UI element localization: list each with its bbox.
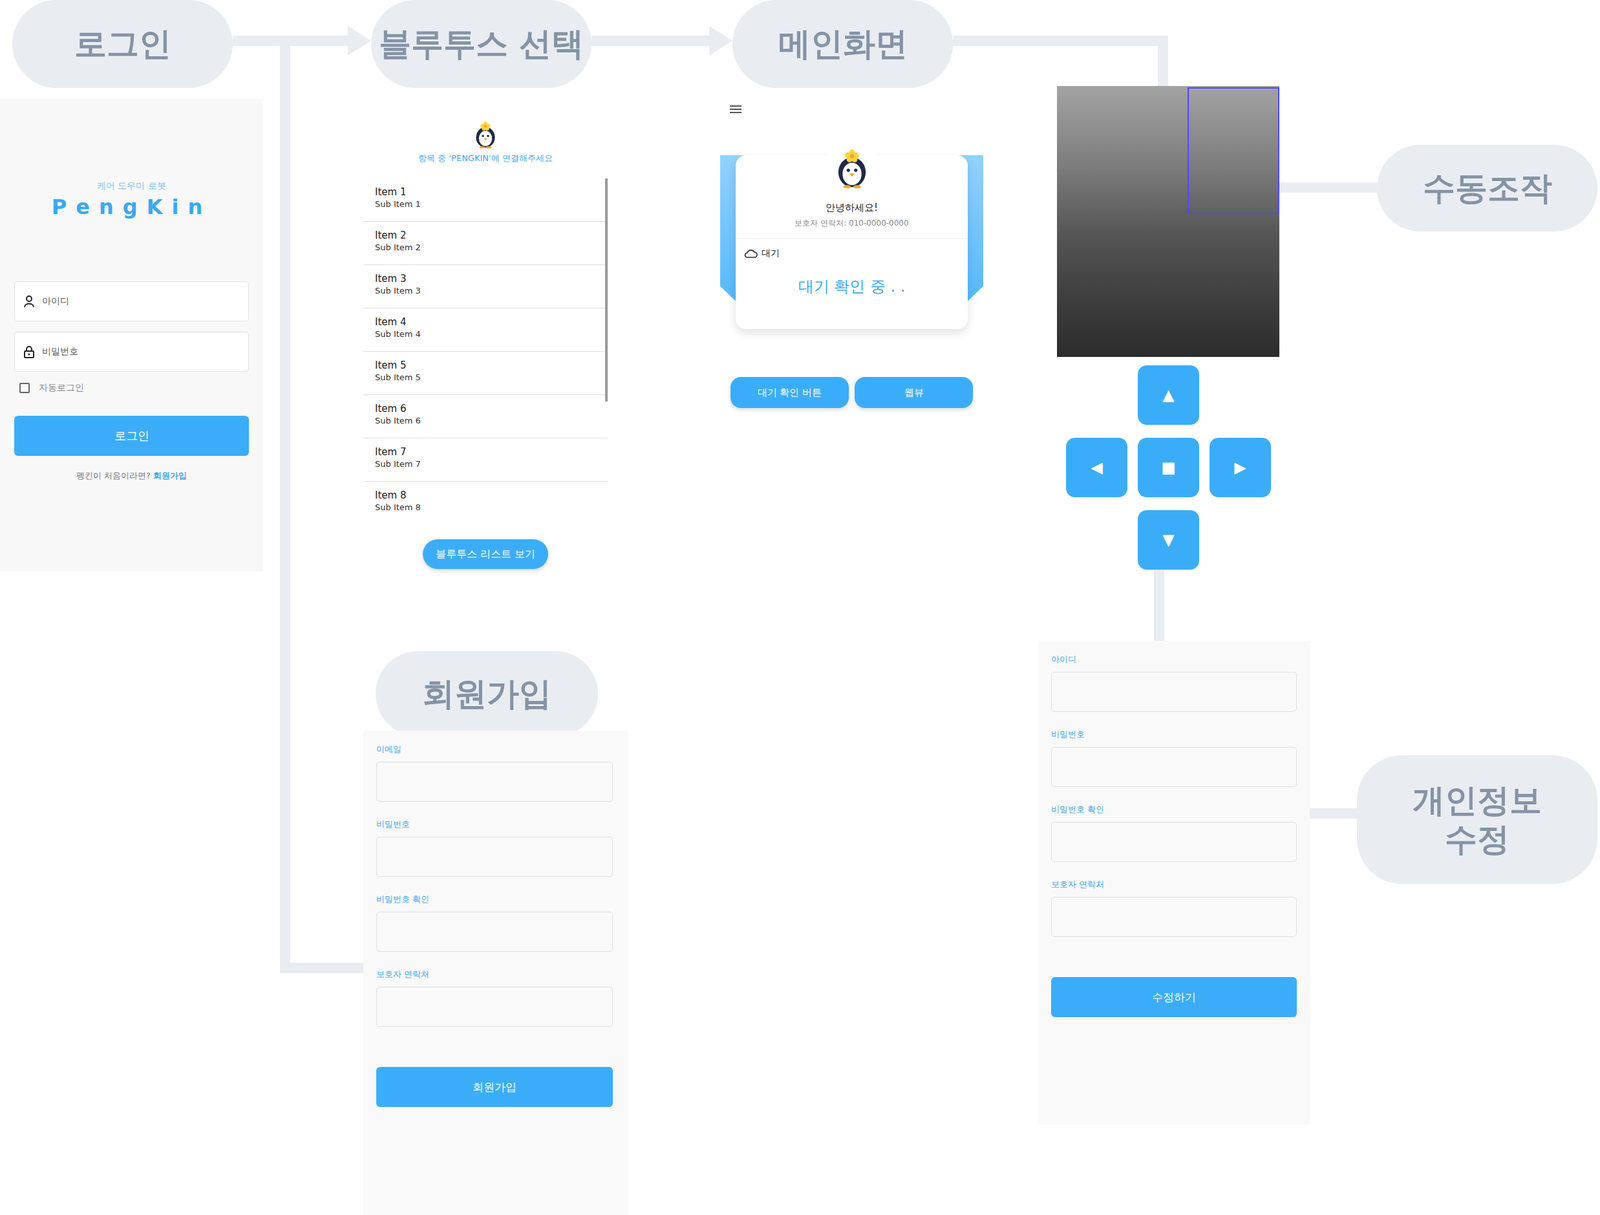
main-action-button[interactable]: 웹뷰 bbox=[854, 376, 973, 408]
status-label: 대기 bbox=[761, 247, 780, 260]
field-label: 보호자 연락처 bbox=[376, 968, 613, 981]
auto-login-checkbox[interactable]: 자동로그인 bbox=[14, 382, 249, 394]
field-label: 비밀번호 확인 bbox=[1051, 803, 1297, 816]
camera-feed bbox=[1056, 85, 1280, 357]
signup-button[interactable]: 회원가입 bbox=[376, 1066, 613, 1107]
flow-step-label: 메인화면 bbox=[732, 0, 953, 88]
flow-diagram: 로그인블루투스 선택메인화면수동조작회원가입개인정보 수정 케어 도우미 로봇 … bbox=[0, 0, 1600, 1215]
guardian-contact: 보호자 연락처: 010-0000-0000 bbox=[735, 217, 968, 229]
lock-icon bbox=[22, 345, 36, 359]
checkbox[interactable] bbox=[19, 382, 30, 394]
field-label: 비밀번호 bbox=[376, 818, 613, 831]
login-input[interactable]: 비밀번호 bbox=[14, 331, 249, 372]
device-list-item[interactable]: Item 1 Sub Item 1 bbox=[363, 178, 608, 222]
device-list-item[interactable]: Item 2 Sub Item 2 bbox=[363, 221, 608, 266]
input-placeholder: 아이디 bbox=[42, 295, 70, 308]
right-button[interactable]: ▶ bbox=[1209, 437, 1271, 498]
field-label: 비밀번호 bbox=[1051, 728, 1297, 741]
status-card: 안녕하세요! 보호자 연락처: 010-0000-0000 대기 대기 확인 중… bbox=[735, 155, 968, 330]
scrollbar[interactable] bbox=[605, 178, 608, 402]
logo: PengKin bbox=[14, 194, 249, 220]
greeting: 안녕하세요! bbox=[735, 201, 968, 214]
text-input[interactable] bbox=[1051, 746, 1297, 787]
logo-subtitle: 케어 도우미 로봇 bbox=[14, 180, 249, 192]
signup-prompt: 펭킨이 처음이라면? 회원가입 bbox=[14, 469, 249, 482]
field-label: 이메일 bbox=[376, 743, 613, 756]
penguin-icon bbox=[831, 147, 873, 189]
up-button[interactable]: ▲ bbox=[1137, 365, 1200, 425]
text-input[interactable] bbox=[1051, 821, 1297, 862]
text-input[interactable] bbox=[376, 836, 613, 877]
text-input[interactable] bbox=[1051, 671, 1297, 712]
main-screen: 안녕하세요! 보호자 연락처: 010-0000-0000 대기 대기 확인 중… bbox=[720, 97, 984, 439]
field-label: 아이디 bbox=[1051, 653, 1297, 666]
menu-icon[interactable] bbox=[729, 104, 743, 115]
device-list-item[interactable]: Item 4 Sub Item 4 bbox=[363, 308, 608, 352]
status-text: 대기 확인 중 . . bbox=[743, 276, 960, 297]
profile-edit-screen: 아이디 비밀번호 비밀번호 확인 보호자 연락처 수정하기 bbox=[1038, 640, 1310, 1125]
login-input[interactable]: 아이디 bbox=[14, 281, 249, 322]
flow-step-label: 블루투스 선택 bbox=[371, 0, 592, 88]
bluetooth-screen: 항목 중 'PENGKIN'에 연결해주세요 Item 1 Sub Item 1… bbox=[363, 107, 608, 572]
field-label: 비밀번호 확인 bbox=[376, 893, 613, 906]
signup-screen: 이메일 비밀번호 비밀번호 확인 보호자 연락처 회원가입 bbox=[363, 730, 629, 1215]
device-list-item[interactable]: Item 8 Sub Item 8 bbox=[363, 481, 608, 525]
text-input[interactable] bbox=[1051, 896, 1297, 937]
login-screen: 케어 도우미 로봇 PengKin 아이디 비밀번호 자동로그인 로그인 펭킨이… bbox=[0, 98, 264, 572]
detection-box bbox=[1187, 87, 1280, 214]
direction-pad: ▲◀■▶▼ bbox=[1066, 365, 1271, 570]
text-input[interactable] bbox=[376, 911, 613, 952]
flow-step-label: 개인정보 수정 bbox=[1356, 755, 1598, 884]
flow-step-label: 수동조작 bbox=[1376, 144, 1598, 232]
stop-button[interactable]: ■ bbox=[1137, 437, 1200, 498]
device-list-item[interactable]: Item 3 Sub Item 3 bbox=[363, 265, 608, 309]
flow-step-label: 로그인 bbox=[12, 0, 233, 88]
user-icon bbox=[22, 294, 36, 308]
bluetooth-prompt: 항목 중 'PENGKIN'에 연결해주세요 bbox=[418, 152, 553, 165]
device-list-item[interactable]: Item 6 Sub Item 6 bbox=[363, 394, 608, 439]
bluetooth-list-button[interactable]: 블루투스 리스트 보기 bbox=[422, 539, 549, 569]
left-button[interactable]: ◀ bbox=[1066, 437, 1128, 498]
avatar bbox=[823, 139, 881, 197]
signup-link[interactable]: 회원가입 bbox=[153, 470, 187, 481]
field-label: 보호자 연락처 bbox=[1051, 878, 1297, 891]
main-action-button[interactable]: 대기 확인 버튼 bbox=[730, 376, 849, 408]
device-list-item[interactable]: Item 5 Sub Item 5 bbox=[363, 351, 608, 395]
down-button[interactable]: ▼ bbox=[1137, 510, 1200, 570]
cloud-icon bbox=[743, 248, 758, 259]
penguin-icon bbox=[471, 120, 500, 149]
save-button[interactable]: 수정하기 bbox=[1051, 976, 1297, 1017]
text-input[interactable] bbox=[376, 986, 613, 1027]
flow-step-label: 회원가입 bbox=[375, 650, 598, 737]
login-button[interactable]: 로그인 bbox=[14, 415, 249, 456]
device-list: Item 1 Sub Item 1Item 2 Sub Item 2Item 3… bbox=[363, 178, 608, 525]
text-input[interactable] bbox=[376, 761, 613, 802]
input-placeholder: 비밀번호 bbox=[42, 345, 79, 358]
checkbox-label: 자동로그인 bbox=[38, 382, 85, 394]
device-list-item[interactable]: Item 7 Sub Item 7 bbox=[363, 438, 608, 482]
